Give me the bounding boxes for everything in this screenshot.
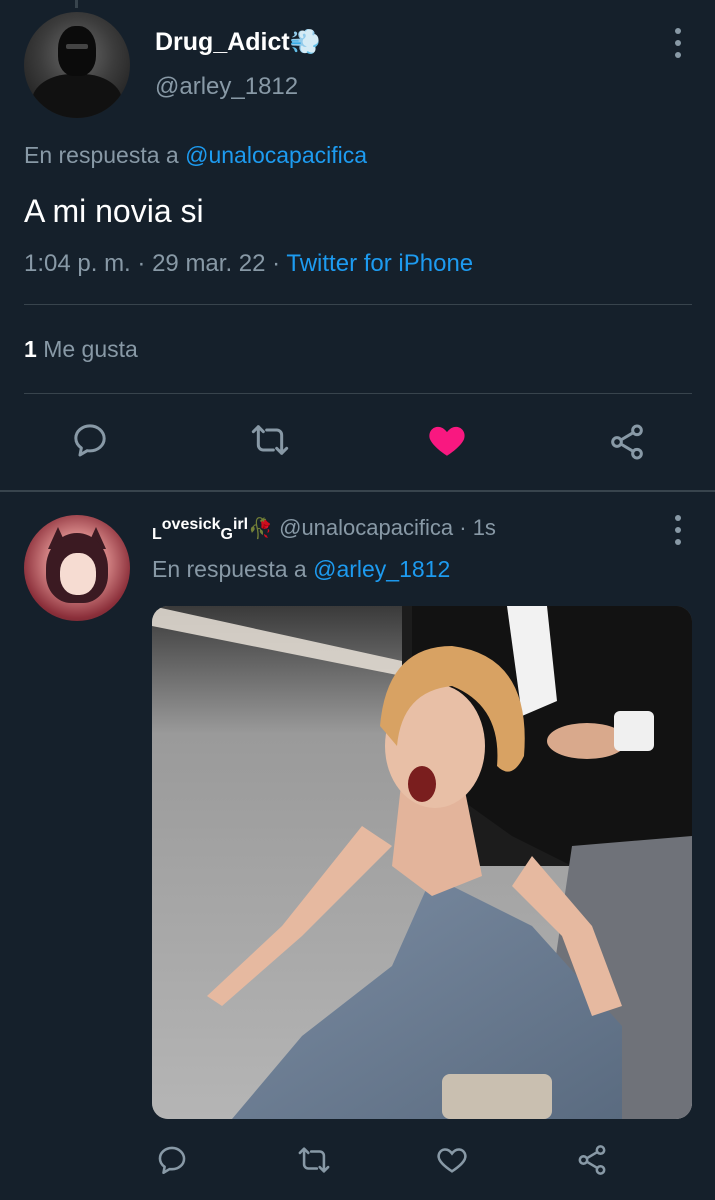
display-name[interactable]: LovesickGirl (152, 515, 248, 543)
avatar-figure-body (32, 74, 122, 118)
avatar[interactable] (24, 12, 130, 118)
tweet-time[interactable]: 1:04 p. m. (24, 250, 131, 277)
rose-emoji: 🥀 (248, 518, 273, 540)
more-vertical-icon[interactable] (668, 515, 688, 545)
likes-label: Me gusta (43, 336, 138, 362)
avatar-figure-head (58, 26, 96, 76)
heart-icon[interactable] (425, 418, 469, 462)
retweet-icon[interactable] (248, 418, 292, 462)
share-icon[interactable] (605, 420, 649, 464)
avatar[interactable] (24, 515, 130, 621)
reply-header: LovesickGirl🥀 @unalocapacifica · 1s (152, 515, 496, 544)
meta-separator: · (272, 250, 287, 277)
tweet-media-image[interactable] (152, 606, 692, 1119)
retweet-icon[interactable] (292, 1138, 336, 1182)
main-tweet: Drug_Adict💨 @arley_1812 En respuesta a @… (0, 0, 715, 490)
meta-separator: · (137, 250, 153, 277)
tweet-age[interactable]: 1s (473, 515, 496, 540)
tweet-actions (0, 418, 715, 468)
meta-separator: · (459, 515, 467, 540)
reply-icon[interactable] (150, 1138, 194, 1182)
tweet-text: A mi novia si (24, 193, 204, 229)
reply-context: En respuesta a @unalocapacifica (24, 142, 367, 169)
media-illustration (152, 606, 692, 1119)
reply-prefix: En respuesta a (24, 142, 179, 168)
divider (24, 393, 692, 394)
reply-context: En respuesta a @arley_1812 (152, 556, 450, 583)
more-vertical-icon[interactable] (668, 28, 688, 58)
reply-prefix: En respuesta a (152, 556, 307, 582)
tweet-separator (0, 490, 715, 492)
likes-summary[interactable]: 1 Me gusta (24, 336, 138, 363)
avatar-figure-eyes (66, 44, 88, 49)
reply-to-link[interactable]: @unalocapacifica (185, 142, 367, 168)
tweet-source-link[interactable]: Twitter for iPhone (286, 250, 473, 277)
share-icon[interactable] (570, 1138, 614, 1182)
heart-icon[interactable] (430, 1138, 474, 1182)
tweet-date[interactable]: 29 mar. 22 (152, 250, 265, 277)
avatar-face (60, 553, 96, 595)
reply-to-link[interactable]: @arley_1812 (313, 556, 450, 582)
user-handle[interactable]: @arley_1812 (155, 73, 298, 101)
display-name[interactable]: Drug_Adict💨 (155, 28, 321, 57)
reply-icon[interactable] (68, 418, 112, 462)
tweet-meta: 1:04 p. m. · 29 mar. 22 · Twitter for iP… (24, 250, 473, 278)
user-handle[interactable]: @unalocapacifica (279, 515, 453, 540)
divider (24, 304, 692, 305)
tweet-actions (0, 1138, 715, 1182)
likes-count: 1 (24, 336, 37, 362)
